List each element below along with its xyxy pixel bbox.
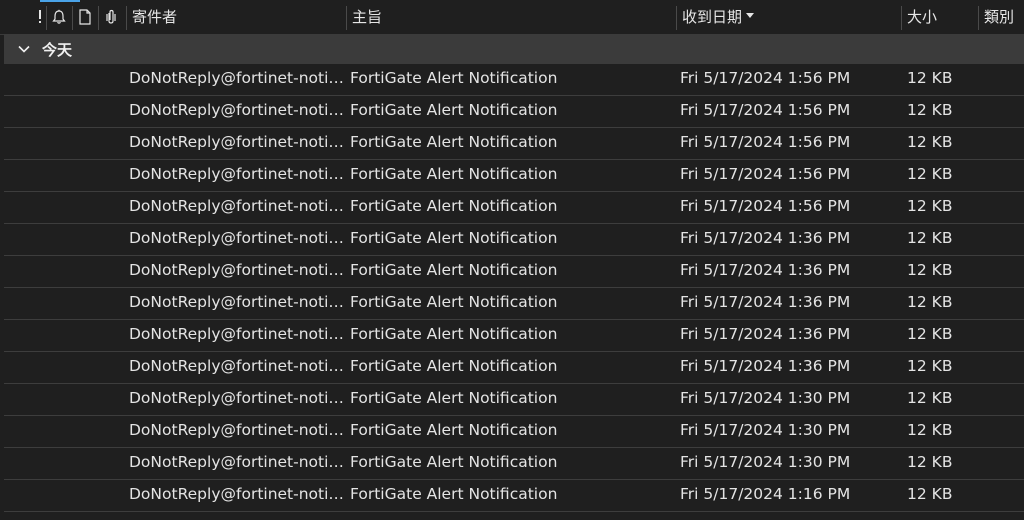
group-label: 今天	[42, 40, 73, 59]
message-subject: FortiGate Alert Notification	[350, 421, 558, 439]
message-from: DoNotReply@fortinet-notifications.com	[129, 357, 347, 375]
message-size: 12 KB	[907, 325, 953, 343]
message-row[interactable]: DoNotReply@fortinet-notifications.comFor…	[4, 288, 1024, 320]
message-received: Fri 5/17/2024 1:56 PM	[680, 197, 851, 215]
column-header-from[interactable]: 寄件者	[132, 0, 342, 34]
column-divider	[978, 6, 979, 30]
message-row[interactable]: DoNotReply@fortinet-notifications.comFor…	[4, 480, 1024, 512]
column-header-received-label: 收到日期	[682, 8, 743, 26]
message-size: 12 KB	[907, 485, 953, 503]
column-divider	[72, 6, 73, 30]
column-divider	[126, 6, 127, 30]
column-header-received[interactable]: 收到日期	[682, 0, 898, 34]
message-list: 寄件者 主旨 收到日期 大小 類別 今天 DoNotReply@fortinet…	[0, 0, 1024, 520]
message-received: Fri 5/17/2024 1:56 PM	[680, 133, 851, 151]
chevron-down-icon[interactable]	[16, 41, 32, 57]
message-subject: FortiGate Alert Notification	[350, 69, 558, 87]
column-header-category[interactable]: 類別	[984, 0, 1024, 34]
message-size: 12 KB	[907, 101, 953, 119]
message-row[interactable]: DoNotReply@fortinet-notifications.comFor…	[4, 192, 1024, 224]
message-from: DoNotReply@fortinet-notifications.com	[129, 101, 347, 119]
message-from: DoNotReply@fortinet-notifications.com	[129, 133, 347, 151]
message-rows: DoNotReply@fortinet-notifications.comFor…	[4, 64, 1024, 512]
message-received: Fri 5/17/2024 1:56 PM	[680, 101, 851, 119]
group-header-today[interactable]: 今天	[4, 34, 1024, 64]
document-icon[interactable]	[74, 0, 96, 34]
message-subject: FortiGate Alert Notification	[350, 133, 558, 151]
message-subject: FortiGate Alert Notification	[350, 485, 558, 503]
message-row[interactable]: DoNotReply@fortinet-notifications.comFor…	[4, 416, 1024, 448]
message-row[interactable]: DoNotReply@fortinet-notifications.comFor…	[4, 256, 1024, 288]
message-subject: FortiGate Alert Notification	[350, 229, 558, 247]
message-row[interactable]: DoNotReply@fortinet-notifications.comFor…	[4, 64, 1024, 96]
message-from: DoNotReply@fortinet-notifications.com	[129, 261, 347, 279]
message-from: DoNotReply@fortinet-notifications.com	[129, 69, 347, 87]
message-size: 12 KB	[907, 261, 953, 279]
message-from: DoNotReply@fortinet-notifications.com	[129, 165, 347, 183]
message-subject: FortiGate Alert Notification	[350, 357, 558, 375]
message-size: 12 KB	[907, 197, 953, 215]
message-subject: FortiGate Alert Notification	[350, 261, 558, 279]
column-divider	[98, 6, 99, 30]
message-received: Fri 5/17/2024 1:36 PM	[680, 357, 851, 375]
column-divider	[676, 6, 677, 30]
message-subject: FortiGate Alert Notification	[350, 165, 558, 183]
message-received: Fri 5/17/2024 1:36 PM	[680, 261, 851, 279]
message-from: DoNotReply@fortinet-notifications.com	[129, 197, 347, 215]
message-size: 12 KB	[907, 133, 953, 151]
message-subject: FortiGate Alert Notification	[350, 197, 558, 215]
sort-descending-icon	[746, 13, 755, 18]
message-received: Fri 5/17/2024 1:30 PM	[680, 389, 851, 407]
message-row[interactable]: DoNotReply@fortinet-notifications.comFor…	[4, 160, 1024, 192]
paperclip-icon[interactable]	[100, 0, 122, 34]
column-header-row: 寄件者 主旨 收到日期 大小 類別	[0, 0, 1024, 35]
message-row[interactable]: DoNotReply@fortinet-notifications.comFor…	[4, 352, 1024, 384]
column-header-size[interactable]: 大小	[907, 0, 973, 34]
message-from: DoNotReply@fortinet-notifications.com	[129, 421, 347, 439]
column-header-subject[interactable]: 主旨	[352, 0, 672, 34]
message-from: DoNotReply@fortinet-notifications.com	[129, 485, 347, 503]
column-divider	[901, 6, 902, 30]
message-size: 12 KB	[907, 453, 953, 471]
message-row[interactable]: DoNotReply@fortinet-notifications.comFor…	[4, 320, 1024, 352]
message-row[interactable]: DoNotReply@fortinet-notifications.comFor…	[4, 384, 1024, 416]
column-divider	[46, 6, 47, 30]
message-row[interactable]: DoNotReply@fortinet-notifications.comFor…	[4, 448, 1024, 480]
message-received: Fri 5/17/2024 1:36 PM	[680, 325, 851, 343]
message-from: DoNotReply@fortinet-notifications.com	[129, 325, 347, 343]
message-size: 12 KB	[907, 357, 953, 375]
exclamation-icon[interactable]	[34, 0, 46, 34]
message-size: 12 KB	[907, 421, 953, 439]
message-received: Fri 5/17/2024 1:56 PM	[680, 165, 851, 183]
message-received: Fri 5/17/2024 1:30 PM	[680, 421, 851, 439]
message-size: 12 KB	[907, 165, 953, 183]
message-size: 12 KB	[907, 293, 953, 311]
message-subject: FortiGate Alert Notification	[350, 453, 558, 471]
message-size: 12 KB	[907, 229, 953, 247]
message-subject: FortiGate Alert Notification	[350, 389, 558, 407]
message-subject: FortiGate Alert Notification	[350, 101, 558, 119]
message-size: 12 KB	[907, 69, 953, 87]
message-received: Fri 5/17/2024 1:36 PM	[680, 293, 851, 311]
message-row[interactable]: DoNotReply@fortinet-notifications.comFor…	[4, 96, 1024, 128]
message-from: DoNotReply@fortinet-notifications.com	[129, 293, 347, 311]
message-subject: FortiGate Alert Notification	[350, 293, 558, 311]
message-from: DoNotReply@fortinet-notifications.com	[129, 229, 347, 247]
message-received: Fri 5/17/2024 1:30 PM	[680, 453, 851, 471]
message-from: DoNotReply@fortinet-notifications.com	[129, 453, 347, 471]
message-subject: FortiGate Alert Notification	[350, 325, 558, 343]
message-from: DoNotReply@fortinet-notifications.com	[129, 389, 347, 407]
column-divider	[346, 6, 347, 30]
message-received: Fri 5/17/2024 1:16 PM	[680, 485, 851, 503]
message-row[interactable]: DoNotReply@fortinet-notifications.comFor…	[4, 128, 1024, 160]
message-row[interactable]: DoNotReply@fortinet-notifications.comFor…	[4, 224, 1024, 256]
bell-icon[interactable]	[48, 0, 70, 34]
message-received: Fri 5/17/2024 1:36 PM	[680, 229, 851, 247]
message-received: Fri 5/17/2024 1:56 PM	[680, 69, 851, 87]
message-size: 12 KB	[907, 389, 953, 407]
